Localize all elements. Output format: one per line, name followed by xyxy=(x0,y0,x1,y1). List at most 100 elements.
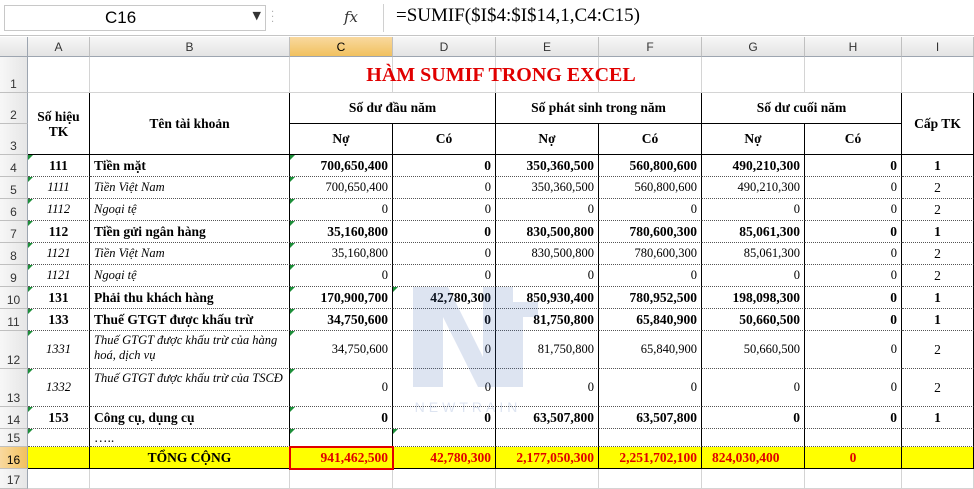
amount-cell[interactable]: 0 xyxy=(805,265,902,287)
amount-cell[interactable]: 65,840,900 xyxy=(599,331,702,369)
amount-cell[interactable]: 63,507,800 xyxy=(599,407,702,429)
amount-cell[interactable] xyxy=(290,429,393,447)
amount-cell[interactable]: 0 xyxy=(393,221,496,243)
account-name-cell[interactable]: Tiền Việt Nam xyxy=(90,243,290,265)
amount-cell[interactable]: 350,360,500 xyxy=(496,155,599,177)
header-so-du-cuoi-nam[interactable]: Số dư cuối năm xyxy=(702,93,902,124)
amount-cell[interactable]: 0 xyxy=(393,265,496,287)
amount-cell[interactable]: 0 xyxy=(290,369,393,407)
empty-cell[interactable] xyxy=(393,469,496,489)
account-name-cell[interactable]: Ngoại tệ xyxy=(90,265,290,287)
level-cell[interactable]: 2 xyxy=(902,369,974,407)
amount-cell[interactable] xyxy=(393,429,496,447)
amount-cell[interactable]: 42,780,300 xyxy=(393,287,496,309)
account-code-cell[interactable] xyxy=(28,429,90,447)
header-co[interactable]: Có xyxy=(393,124,496,155)
amount-cell[interactable]: 490,210,300 xyxy=(702,155,805,177)
amount-cell[interactable]: 34,750,600 xyxy=(290,331,393,369)
amount-cell[interactable]: 350,360,500 xyxy=(496,177,599,199)
amount-cell[interactable]: 560,800,600 xyxy=(599,155,702,177)
amount-cell[interactable]: 0 xyxy=(393,243,496,265)
account-name-cell[interactable]: Công cụ, dụng cụ xyxy=(90,407,290,429)
account-code-cell[interactable]: 1112 xyxy=(28,199,90,221)
header-no[interactable]: Nợ xyxy=(702,124,805,155)
amount-cell[interactable]: 0 xyxy=(599,199,702,221)
row-header-4[interactable]: 4 xyxy=(0,155,28,177)
chevron-down-icon[interactable]: ▼ xyxy=(253,9,261,22)
level-cell[interactable]: 1 xyxy=(902,287,974,309)
amount-cell[interactable]: 81,750,800 xyxy=(496,331,599,369)
amount-cell[interactable]: 50,660,500 xyxy=(702,309,805,331)
amount-cell[interactable] xyxy=(599,429,702,447)
row-header-5[interactable]: 5 xyxy=(0,177,28,199)
header-so-du-dau-nam[interactable]: Số dư đầu năm xyxy=(290,93,496,124)
empty-cell[interactable] xyxy=(290,469,393,489)
amount-cell[interactable]: 0 xyxy=(290,265,393,287)
row-header-17[interactable]: 17 xyxy=(0,469,28,489)
amount-cell[interactable]: 0 xyxy=(290,407,393,429)
amount-cell[interactable] xyxy=(805,429,902,447)
total-f-cell[interactable]: 2,251,702,100 xyxy=(599,447,702,469)
empty-cell[interactable] xyxy=(702,469,805,489)
level-cell[interactable]: 1 xyxy=(902,309,974,331)
column-header-e[interactable]: E xyxy=(496,37,599,57)
column-header-g[interactable]: G xyxy=(702,37,805,57)
amount-cell[interactable]: 65,840,900 xyxy=(599,309,702,331)
row-header-15[interactable]: 15 xyxy=(0,429,28,447)
row-header-13[interactable]: 13 xyxy=(0,369,28,407)
row-header-11[interactable]: 11 xyxy=(0,309,28,331)
amount-cell[interactable]: 0 xyxy=(496,265,599,287)
amount-cell[interactable]: 560,800,600 xyxy=(599,177,702,199)
amount-cell[interactable]: 0 xyxy=(702,369,805,407)
column-header-b[interactable]: B xyxy=(90,37,290,57)
amount-cell[interactable]: 0 xyxy=(702,265,805,287)
account-name-cell[interactable]: Ngoại tệ xyxy=(90,199,290,221)
amount-cell[interactable]: 81,750,800 xyxy=(496,309,599,331)
total-cell[interactable] xyxy=(28,447,90,469)
header-so-hieu[interactable]: Số hiệu TK xyxy=(28,93,90,155)
amount-cell[interactable]: 0 xyxy=(496,369,599,407)
total-g-cell[interactable]: 824,030,400 xyxy=(702,447,805,469)
account-name-cell[interactable]: Thuế GTGT được khấu trừ xyxy=(90,309,290,331)
account-name-cell[interactable]: Thuế GTGT được khấu trừ của hàng hoá, dị… xyxy=(90,331,290,369)
total-label[interactable]: TỔNG CỘNG xyxy=(90,447,290,469)
amount-cell[interactable]: 50,660,500 xyxy=(702,331,805,369)
splitter-handle[interactable]: · · · xyxy=(271,8,277,28)
amount-cell[interactable]: 0 xyxy=(393,309,496,331)
header-co[interactable]: Có xyxy=(805,124,902,155)
row-header-7[interactable]: 7 xyxy=(0,221,28,243)
amount-cell[interactable]: 0 xyxy=(393,407,496,429)
amount-cell[interactable]: 0 xyxy=(805,309,902,331)
account-code-cell[interactable]: 153 xyxy=(28,407,90,429)
amount-cell[interactable]: 780,952,500 xyxy=(599,287,702,309)
account-name-cell[interactable]: Tiền mặt xyxy=(90,155,290,177)
total-h-cell[interactable]: 0 xyxy=(805,447,902,469)
level-cell[interactable]: 2 xyxy=(902,331,974,369)
amount-cell[interactable]: 63,507,800 xyxy=(496,407,599,429)
column-header-c[interactable]: C xyxy=(290,37,393,57)
level-cell[interactable]: 2 xyxy=(902,199,974,221)
account-name-cell[interactable]: ….. xyxy=(90,429,290,447)
account-code-cell[interactable]: 1332 xyxy=(28,369,90,407)
level-cell[interactable]: 1 xyxy=(902,407,974,429)
amount-cell[interactable] xyxy=(702,429,805,447)
empty-cell[interactable] xyxy=(90,469,290,489)
amount-cell[interactable]: 0 xyxy=(393,199,496,221)
amount-cell[interactable]: 198,098,300 xyxy=(702,287,805,309)
amount-cell[interactable] xyxy=(496,429,599,447)
header-no[interactable]: Nợ xyxy=(496,124,599,155)
worksheet-grid[interactable]: HÀM SUMIF TRONG EXCEL Số hiệu TK Tên tài k… xyxy=(28,57,974,489)
account-code-cell[interactable]: 1331 xyxy=(28,331,90,369)
level-cell[interactable]: 1 xyxy=(902,155,974,177)
amount-cell[interactable]: 0 xyxy=(805,221,902,243)
select-all-corner[interactable] xyxy=(0,37,28,57)
row-header-2[interactable]: 2 xyxy=(0,93,28,124)
level-cell[interactable] xyxy=(902,429,974,447)
amount-cell[interactable]: 0 xyxy=(290,199,393,221)
amount-cell[interactable]: 0 xyxy=(393,331,496,369)
amount-cell[interactable]: 34,750,600 xyxy=(290,309,393,331)
empty-cell[interactable] xyxy=(28,469,90,489)
amount-cell[interactable]: 0 xyxy=(702,407,805,429)
row-header-6[interactable]: 6 xyxy=(0,199,28,221)
row-header-10[interactable]: 10 xyxy=(0,287,28,309)
